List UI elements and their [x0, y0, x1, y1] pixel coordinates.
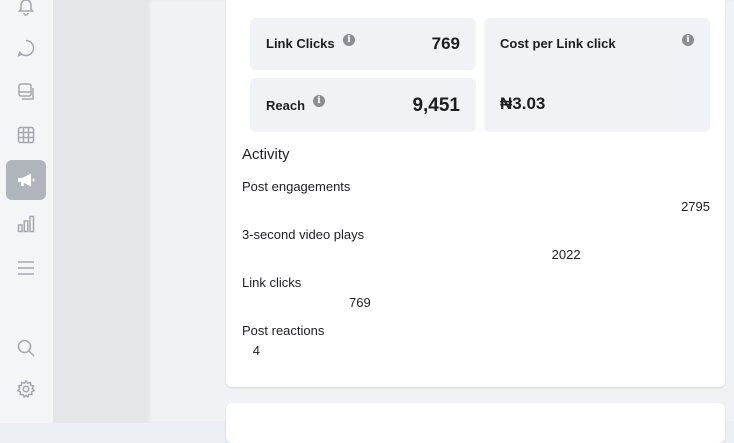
cost-per-link-click-metric: Cost per Link click i ₦3.03 — [484, 18, 710, 132]
pages-icon[interactable] — [6, 71, 46, 111]
bell-icon[interactable] — [6, 0, 46, 26]
metric-value: 769 — [431, 34, 460, 53]
reach-metric: Reach i 9,451 — [250, 78, 476, 132]
activity-value-post-reactions: 4 — [252, 343, 260, 358]
activity-label-post-engagements: Post engagements — [242, 179, 351, 194]
metric-label: Link Clicks — [266, 36, 335, 51]
info-icon[interactable]: i — [343, 34, 355, 46]
chat-icon[interactable] — [6, 28, 46, 68]
info-icon[interactable]: i — [682, 34, 694, 46]
activity-label-link-clicks: Link clicks — [242, 275, 302, 290]
activity-label-post-reactions: Post reactions — [242, 323, 325, 338]
menu-icon[interactable] — [6, 248, 46, 288]
calendar-icon[interactable] — [6, 115, 46, 155]
activity-label-video-plays: 3-second video plays — [242, 227, 365, 242]
activity-title: Activity — [242, 146, 290, 163]
metric-label: Cost per Link click — [500, 36, 616, 51]
link-clicks-metric: Link Clicks i 769 — [250, 18, 476, 70]
metric-value: ₦3.03 — [500, 94, 546, 113]
megaphone-icon[interactable] — [6, 160, 46, 200]
activity-value-video-plays: 2022 — [551, 247, 581, 262]
activity-value-post-engagements: 2795 — [681, 199, 710, 214]
activity-value-link-clicks: 769 — [349, 295, 371, 310]
metric-value: 9,451 — [412, 95, 460, 116]
next-card — [226, 403, 725, 443]
side-panel — [53, 0, 148, 423]
search-icon[interactable] — [6, 328, 46, 368]
info-icon[interactable]: i — [313, 95, 325, 107]
icon-rail — [0, 0, 53, 423]
metric-label: Reach — [266, 98, 306, 113]
bar-chart-icon[interactable] — [6, 204, 46, 244]
settings-icon[interactable] — [6, 369, 46, 409]
